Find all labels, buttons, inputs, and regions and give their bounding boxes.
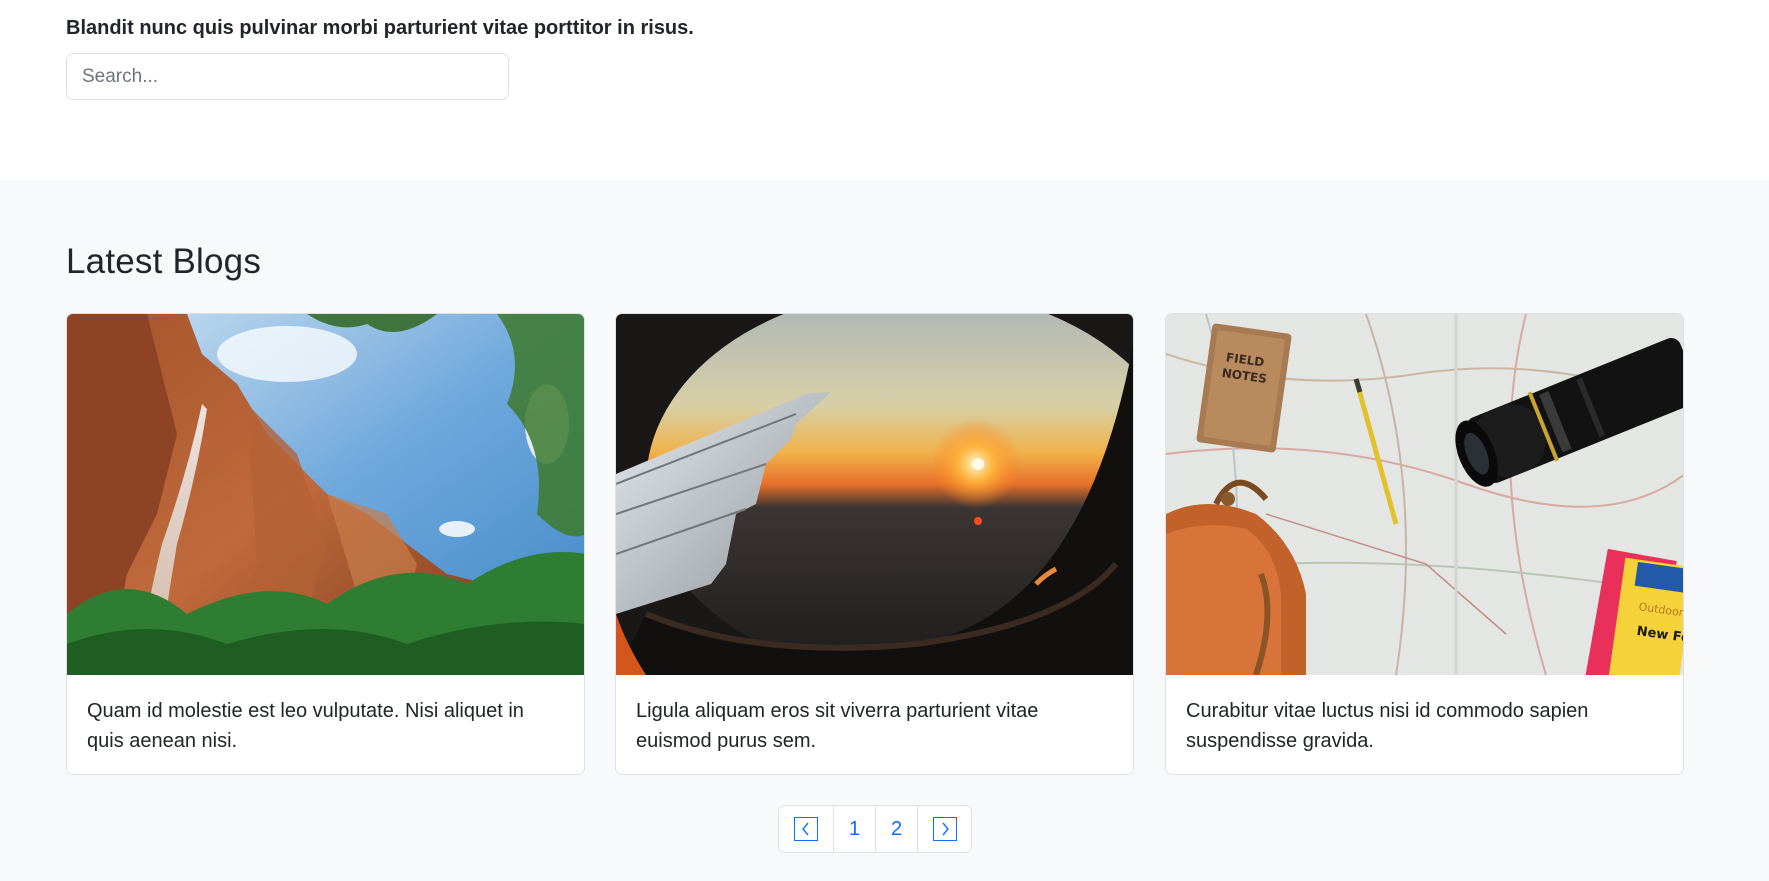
pagination-prev-button[interactable] bbox=[779, 806, 833, 852]
search-input[interactable] bbox=[66, 53, 509, 100]
canyon-waterfall-image[interactable] bbox=[67, 314, 585, 675]
card-text: Ligula aliquam eros sit viverra parturie… bbox=[636, 700, 1039, 752]
section-title: Latest Blogs bbox=[66, 242, 262, 281]
blog-card[interactable]: Quam id molestie est leo vulputate. Nisi… bbox=[66, 313, 585, 775]
blog-card[interactable]: Ligula aliquam eros sit viverra parturie… bbox=[615, 313, 1134, 775]
card-text: Curabitur vitae luctus nisi id commodo s… bbox=[1186, 700, 1589, 752]
airplane-window-sunset-image[interactable] bbox=[616, 314, 1134, 675]
tagline: Blandit nunc quis pulvinar morbi parturi… bbox=[66, 17, 694, 39]
pagination-page-1[interactable]: 1 bbox=[833, 806, 875, 852]
blog-card[interactable]: FIELD NOTES Outdoor New Fo Curabitur vit… bbox=[1165, 313, 1684, 775]
chevron-left-icon bbox=[794, 817, 818, 841]
pagination-page-2[interactable]: 2 bbox=[875, 806, 917, 852]
card-text: Quam id molestie est leo vulputate. Nisi… bbox=[87, 700, 524, 752]
chevron-right-icon bbox=[932, 817, 957, 841]
latest-blogs-section: Latest Blogs Quam id molestie est leo vu… bbox=[0, 180, 1769, 881]
pagination: 1 2 bbox=[778, 805, 972, 853]
pagination-next-button[interactable] bbox=[917, 806, 971, 852]
travel-map-camera-image[interactable]: FIELD NOTES Outdoor New Fo bbox=[1166, 314, 1684, 675]
top-section: Blandit nunc quis pulvinar morbi parturi… bbox=[0, 0, 1769, 180]
